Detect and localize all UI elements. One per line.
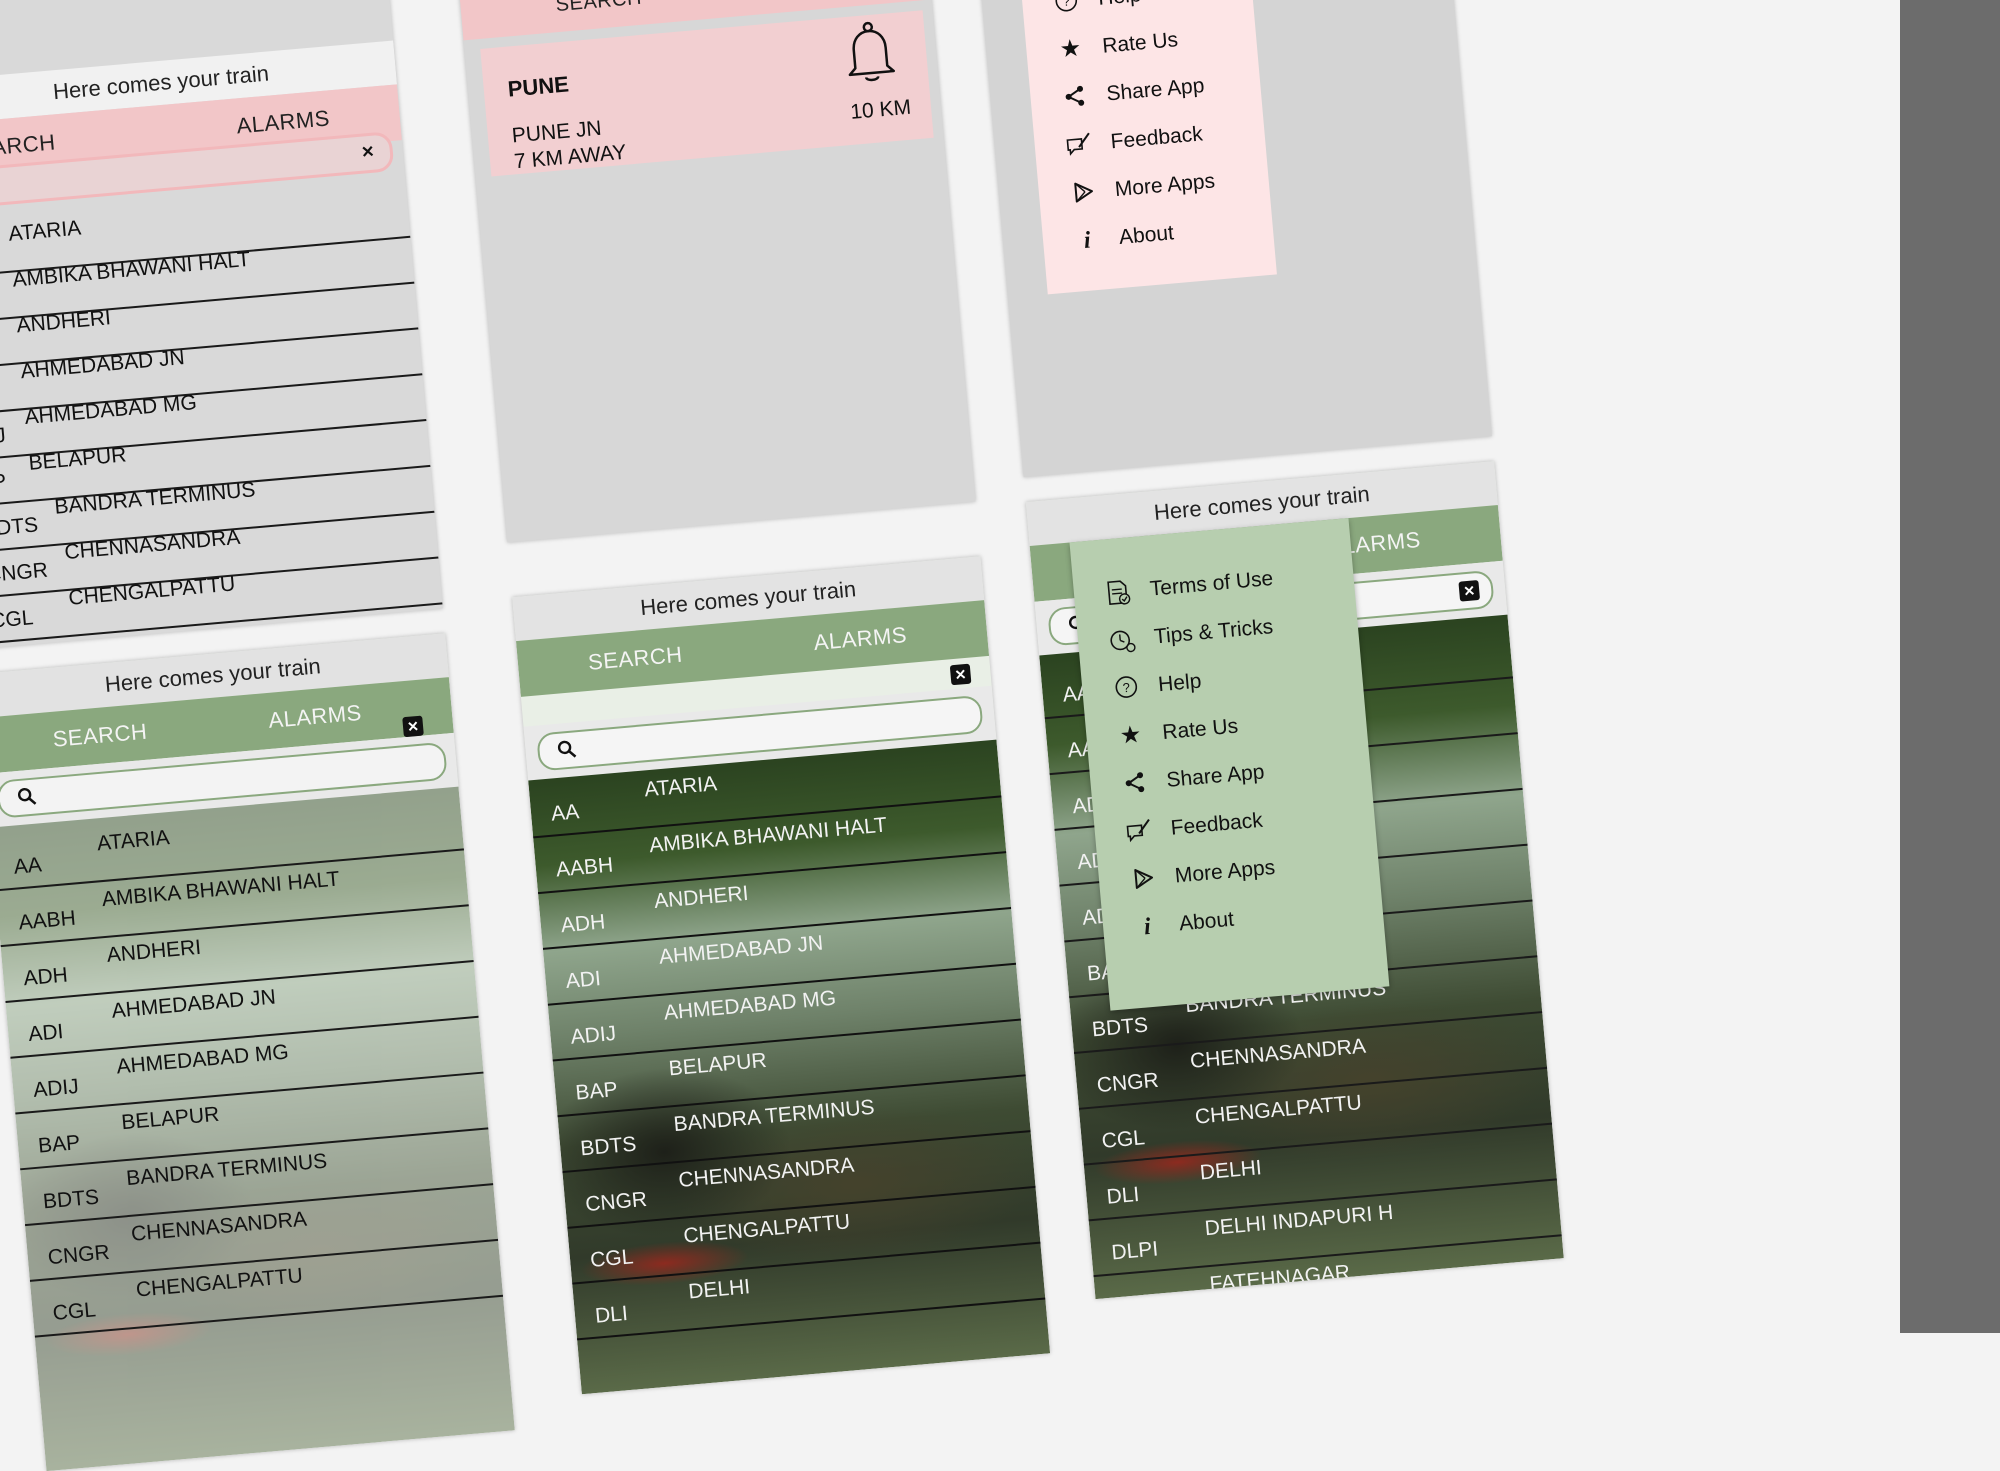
station-code: AA bbox=[550, 800, 581, 826]
menu-label: About bbox=[1178, 907, 1235, 936]
menu-label: Feedback bbox=[1109, 122, 1204, 154]
station-name: BELAPUR bbox=[667, 1048, 768, 1081]
alarm-radius: 10 KM bbox=[849, 95, 912, 124]
tips-clock-icon bbox=[1107, 625, 1137, 655]
station-name: DELHI bbox=[1198, 1156, 1263, 1185]
svg-text:?: ? bbox=[1122, 680, 1131, 696]
station-code: ADI bbox=[564, 967, 602, 993]
station-code: BAP bbox=[37, 1131, 82, 1158]
tab-search[interactable]: SEARCH bbox=[555, 0, 643, 17]
screen-station-list-green-faded: Here comes your train ⚙ SEARCH ALARMS ✕ … bbox=[0, 633, 515, 1471]
help-icon: ? bbox=[1111, 673, 1141, 703]
station-code: AABH bbox=[555, 853, 615, 882]
tab-search[interactable]: SEARCH bbox=[50, 704, 149, 768]
menu-label: About bbox=[1118, 221, 1175, 249]
share-icon bbox=[1120, 769, 1150, 799]
station-name: DELHI bbox=[687, 1275, 752, 1304]
menu-label: Share App bbox=[1165, 760, 1266, 792]
document-check-icon bbox=[1103, 577, 1133, 607]
station-code: CNGR bbox=[46, 1240, 111, 1270]
station-code: BDTS bbox=[579, 1132, 638, 1161]
station-name: BELAPUR bbox=[120, 1102, 221, 1135]
station-code: DLPI bbox=[1110, 1237, 1160, 1265]
bell-icon[interactable] bbox=[837, 18, 902, 87]
star-icon: ★ bbox=[1058, 34, 1083, 64]
overflow-menu: ? Help ★ Rate Us Share App Feedback More… bbox=[1016, 0, 1277, 295]
station-code: AABH bbox=[17, 906, 77, 935]
station-code: CGL bbox=[51, 1298, 97, 1325]
menu-label: Feedback bbox=[1169, 808, 1264, 840]
search-icon bbox=[557, 740, 577, 758]
station-code: CGL bbox=[1100, 1126, 1146, 1153]
screen-menu-pink: ? Help ★ Rate Us Share App Feedback More… bbox=[976, 0, 1492, 478]
station-name: ANDHERI bbox=[653, 881, 750, 913]
station-code: ADH bbox=[559, 910, 607, 938]
menu-label: More Apps bbox=[1173, 855, 1276, 888]
station-code: CGL bbox=[589, 1245, 635, 1272]
feedback-icon bbox=[1124, 816, 1154, 846]
station-code: CNGR bbox=[1095, 1068, 1160, 1098]
overflow-menu: Terms of Use Tips & Tricks ? Help ★ Rate… bbox=[1069, 518, 1390, 1011]
station-code: ADI bbox=[27, 1020, 65, 1047]
screen-station-list-green: Here comes your train ⚙ SEARCH ALARMS ✕ … bbox=[512, 556, 1051, 1395]
clear-search-icon[interactable]: ✕ bbox=[357, 142, 379, 164]
station-name: ANDHERI bbox=[105, 935, 202, 967]
station-code: DLI bbox=[594, 1301, 629, 1328]
tab-search[interactable]: SEARCH bbox=[586, 627, 685, 691]
menu-label: Share App bbox=[1105, 74, 1206, 106]
info-icon: i bbox=[1082, 227, 1092, 255]
clear-search-icon[interactable]: ✕ bbox=[402, 715, 424, 738]
share-icon bbox=[1060, 82, 1090, 112]
menu-label: Rate Us bbox=[1161, 714, 1239, 745]
station-code: FAN bbox=[1113, 1270, 1159, 1299]
collage: Here comes your train SEARCH ALARMS ✕ AT… bbox=[0, 0, 2000, 1471]
play-store-icon bbox=[1068, 178, 1098, 208]
alarm-card[interactable]: PUNE PUNE JN 7 KM AWAY 10 KM bbox=[480, 10, 934, 177]
feedback-icon bbox=[1064, 130, 1094, 160]
search-icon bbox=[17, 787, 37, 805]
tab-alarms[interactable]: ALARMS bbox=[266, 685, 364, 749]
help-icon: ? bbox=[1051, 0, 1081, 17]
station-code: BDTS bbox=[42, 1185, 100, 1214]
station-code: ADIJ bbox=[569, 1021, 618, 1049]
station-code: AA bbox=[12, 853, 43, 879]
star-icon: ★ bbox=[1118, 721, 1143, 750]
alarm-city: PUNE bbox=[506, 71, 570, 102]
clear-search-icon[interactable]: ✕ bbox=[949, 663, 972, 686]
menu-label: Help bbox=[1157, 669, 1203, 697]
screen-station-list-green-menu: Here comes your train ⚙ SEARCH ALARMS ✕ … bbox=[1025, 461, 1564, 1300]
station-name: ATARIA bbox=[643, 772, 718, 802]
station-code: DLI bbox=[1105, 1182, 1141, 1209]
menu-label: More Apps bbox=[1113, 169, 1216, 202]
play-store-icon bbox=[1128, 864, 1158, 894]
screen-station-list-pink: Here comes your train SEARCH ALARMS ✕ AT… bbox=[0, 0, 443, 650]
menu-label: Rate Us bbox=[1101, 28, 1179, 58]
station-code: CGL bbox=[0, 606, 35, 633]
station-name: ATARIA bbox=[96, 826, 171, 856]
station-code: BAP bbox=[574, 1077, 619, 1105]
tab-alarms[interactable]: ALARMS bbox=[811, 607, 909, 671]
clear-search-icon[interactable]: ✕ bbox=[1458, 579, 1481, 602]
svg-text:?: ? bbox=[1062, 0, 1071, 9]
station-code: ADH bbox=[22, 963, 69, 991]
screen-alarms: SEARCH PUNE PUNE JN 7 KM AWAY 10 KM bbox=[458, 0, 976, 543]
info-icon: i bbox=[1142, 913, 1152, 941]
station-code: CNGR bbox=[584, 1187, 648, 1217]
station-code: ADIJ bbox=[32, 1074, 80, 1102]
